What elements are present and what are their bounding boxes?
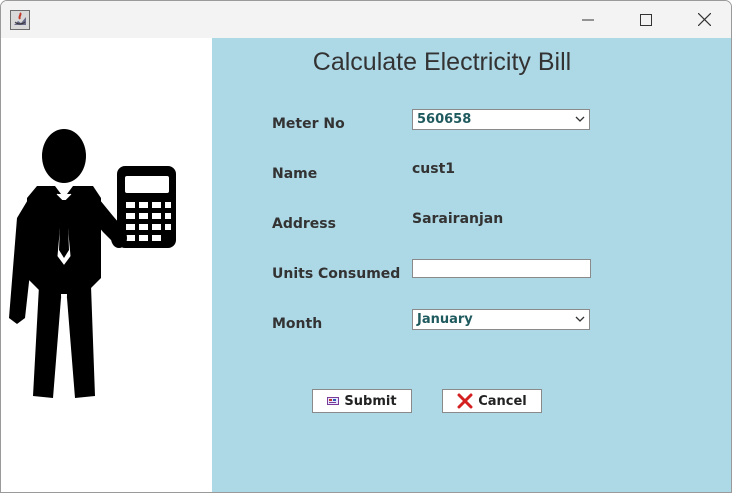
address-label: Address <box>272 216 336 232</box>
chevron-down-icon <box>575 316 585 322</box>
name-value: cust1 <box>412 161 456 177</box>
minimize-button[interactable] <box>565 1 611 38</box>
chevron-down-icon <box>575 116 585 122</box>
maximize-button[interactable] <box>623 1 669 38</box>
month-select[interactable]: January <box>412 309 590 330</box>
submit-button[interactable]: Submit <box>312 389 412 413</box>
app-window: Calculate Electricity Bill Meter No 5606… <box>0 0 732 493</box>
minimize-icon <box>582 19 594 20</box>
name-label: Name <box>272 166 318 182</box>
close-icon <box>697 13 711 26</box>
submit-button-label: Submit <box>344 393 397 409</box>
illustration-panel <box>1 38 212 492</box>
address-value: Sarairanjan <box>412 211 504 227</box>
maximize-icon <box>640 13 652 26</box>
java-app-icon <box>10 10 30 30</box>
meter-no-selected-value: 560658 <box>417 112 472 127</box>
month-selected-value: January <box>417 312 473 327</box>
submit-icon <box>327 397 340 405</box>
close-button[interactable] <box>681 1 727 38</box>
meter-no-select[interactable]: 560658 <box>412 109 590 130</box>
form-panel: Calculate Electricity Bill Meter No 5606… <box>212 38 731 492</box>
page-title: Calculate Electricity Bill <box>312 48 572 76</box>
units-consumed-label: Units Consumed <box>272 266 401 282</box>
units-consumed-input[interactable] <box>412 259 591 278</box>
cancel-button-label: Cancel <box>478 393 527 409</box>
businessman-with-calculator-icon <box>9 129 176 398</box>
cancel-button[interactable]: Cancel <box>442 389 542 413</box>
meter-no-label: Meter No <box>272 116 345 132</box>
month-label: Month <box>272 316 323 332</box>
title-bar[interactable] <box>1 1 731 38</box>
red-x-icon <box>457 393 473 409</box>
